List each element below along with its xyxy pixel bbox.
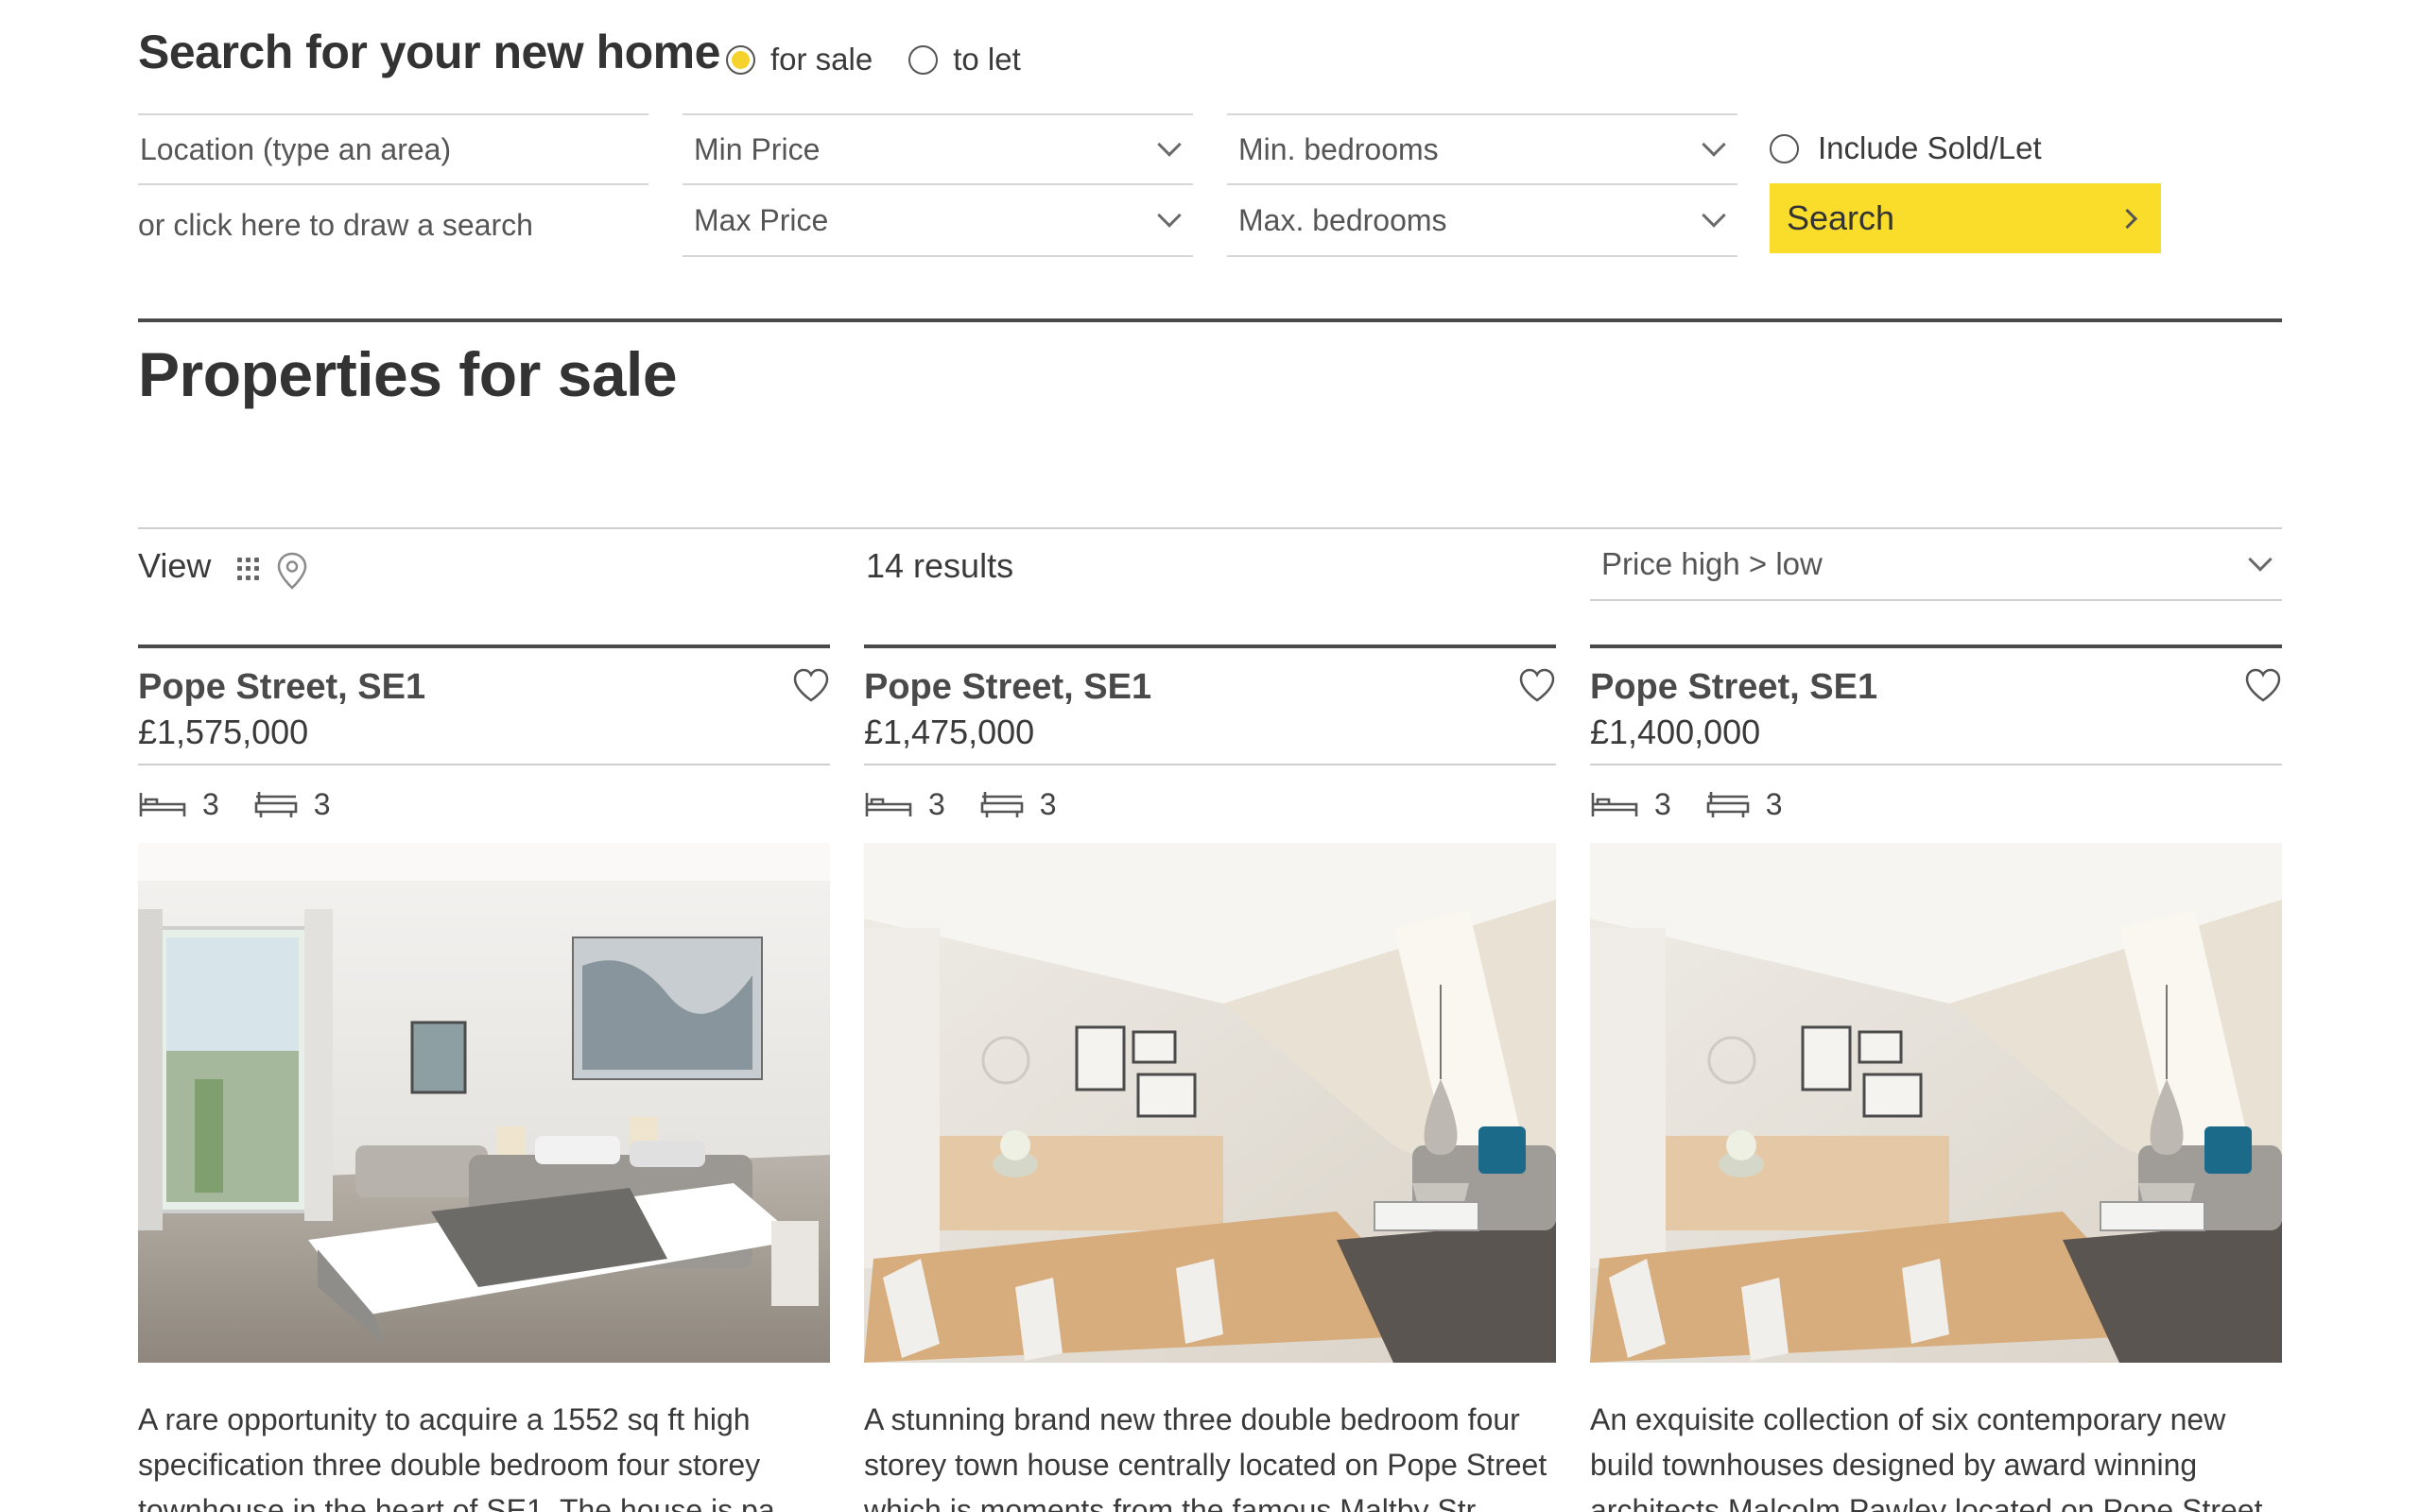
property-price: £1,575,000 xyxy=(138,713,309,751)
bathrooms-stat: 3 xyxy=(253,787,331,822)
to-let-option[interactable]: to let xyxy=(908,42,1021,77)
property-description: A stunning brand new three double bedroo… xyxy=(864,1402,1547,1512)
divider xyxy=(138,318,2282,322)
bed-icon xyxy=(865,793,912,816)
chevron-down-icon xyxy=(1702,132,1726,157)
bedrooms-stat: 3 xyxy=(138,787,219,822)
bedrooms-count: 3 xyxy=(202,786,219,821)
bathrooms-count: 3 xyxy=(1039,786,1057,821)
include-sold-radio[interactable] xyxy=(1770,133,1799,163)
min-price-label: Min Price xyxy=(694,131,821,166)
sort-select[interactable]: Price high > low xyxy=(1590,529,2282,601)
bathrooms-count: 3 xyxy=(1765,786,1783,821)
bath-icon xyxy=(980,792,1024,817)
property-card[interactable]: Pope Street, SE1 £1,475,000 3 3 A stunni… xyxy=(864,644,1556,1512)
chevron-down-icon xyxy=(1157,132,1182,157)
property-price: £1,475,000 xyxy=(864,713,1035,751)
favourite-heart-icon[interactable] xyxy=(1518,667,1556,703)
property-card[interactable]: Pope Street, SE1 £1,575,000 3 3 A rare o… xyxy=(138,644,830,1512)
bed-icon xyxy=(1591,793,1638,816)
property-photo-bedroom[interactable] xyxy=(138,843,830,1363)
property-title[interactable]: Pope Street, SE1 xyxy=(1590,667,1877,708)
max-price-label: Max Price xyxy=(694,202,829,237)
property-title[interactable]: Pope Street, SE1 xyxy=(138,667,425,708)
favourite-heart-icon[interactable] xyxy=(792,667,830,703)
min-price-select[interactable]: Min Price xyxy=(683,113,1193,185)
search-button-label: Search xyxy=(1787,198,1895,237)
max-bedrooms-select[interactable]: Max. bedrooms xyxy=(1227,185,1737,257)
bedrooms-count: 3 xyxy=(928,786,945,821)
include-sold-option[interactable]: Include Sold/Let xyxy=(1770,130,2042,166)
max-price-select[interactable]: Max Price xyxy=(683,185,1193,257)
favourite-heart-icon[interactable] xyxy=(2244,667,2282,703)
max-bedrooms-label: Max. bedrooms xyxy=(1238,202,1447,237)
property-description: A rare opportunity to acquire a 1552 sq … xyxy=(138,1402,775,1512)
bed-icon xyxy=(139,793,186,816)
bath-icon xyxy=(1706,792,1750,817)
bedrooms-stat: 3 xyxy=(1590,787,1671,822)
property-price: £1,400,000 xyxy=(1590,713,1761,751)
draw-search-link[interactable]: or click here to draw a search xyxy=(138,189,648,261)
search-title: Search for your new home xyxy=(138,26,720,78)
search-button[interactable]: Search xyxy=(1770,183,2161,253)
bathrooms-stat: 3 xyxy=(1705,787,1783,822)
bedrooms-count: 3 xyxy=(1654,786,1671,821)
for-sale-option[interactable]: for sale xyxy=(726,42,873,77)
chevron-down-icon xyxy=(2248,547,2273,572)
min-bedrooms-select[interactable]: Min. bedrooms xyxy=(1227,113,1737,185)
location-input[interactable]: Location (type an area) xyxy=(138,113,648,185)
include-sold-label: Include Sold/Let xyxy=(1818,130,2042,165)
location-placeholder: Location (type an area) xyxy=(140,131,452,166)
map-pin-icon[interactable] xyxy=(276,552,308,594)
property-photo-dining[interactable] xyxy=(1590,843,2282,1363)
for-sale-label: for sale xyxy=(770,42,873,77)
to-let-label: to let xyxy=(953,42,1021,77)
results-count: 14 results xyxy=(866,546,1014,585)
grid-view-icon[interactable] xyxy=(237,558,260,580)
chevron-down-icon xyxy=(1702,203,1726,228)
listing-mode-radio-group: for sale to let xyxy=(726,42,1057,77)
property-title[interactable]: Pope Street, SE1 xyxy=(864,667,1151,708)
for-sale-radio[interactable] xyxy=(726,44,755,75)
to-let-radio[interactable] xyxy=(908,44,939,75)
bath-icon xyxy=(254,792,298,817)
bedrooms-stat: 3 xyxy=(864,787,945,822)
property-description: An exquisite collection of six contempor… xyxy=(1590,1402,2263,1512)
chevron-right-icon xyxy=(2117,208,2138,229)
sort-value: Price high > low xyxy=(1601,546,1823,581)
bathrooms-stat: 3 xyxy=(979,787,1057,822)
property-photo-dining[interactable] xyxy=(864,843,1556,1363)
property-card[interactable]: Pope Street, SE1 £1,400,000 3 3 An exqui… xyxy=(1590,644,2282,1512)
bathrooms-count: 3 xyxy=(313,786,331,821)
chevron-down-icon xyxy=(1157,203,1182,228)
min-bedrooms-label: Min. bedrooms xyxy=(1238,131,1439,166)
view-label: View xyxy=(138,546,212,585)
page-title: Properties for sale xyxy=(138,339,678,409)
